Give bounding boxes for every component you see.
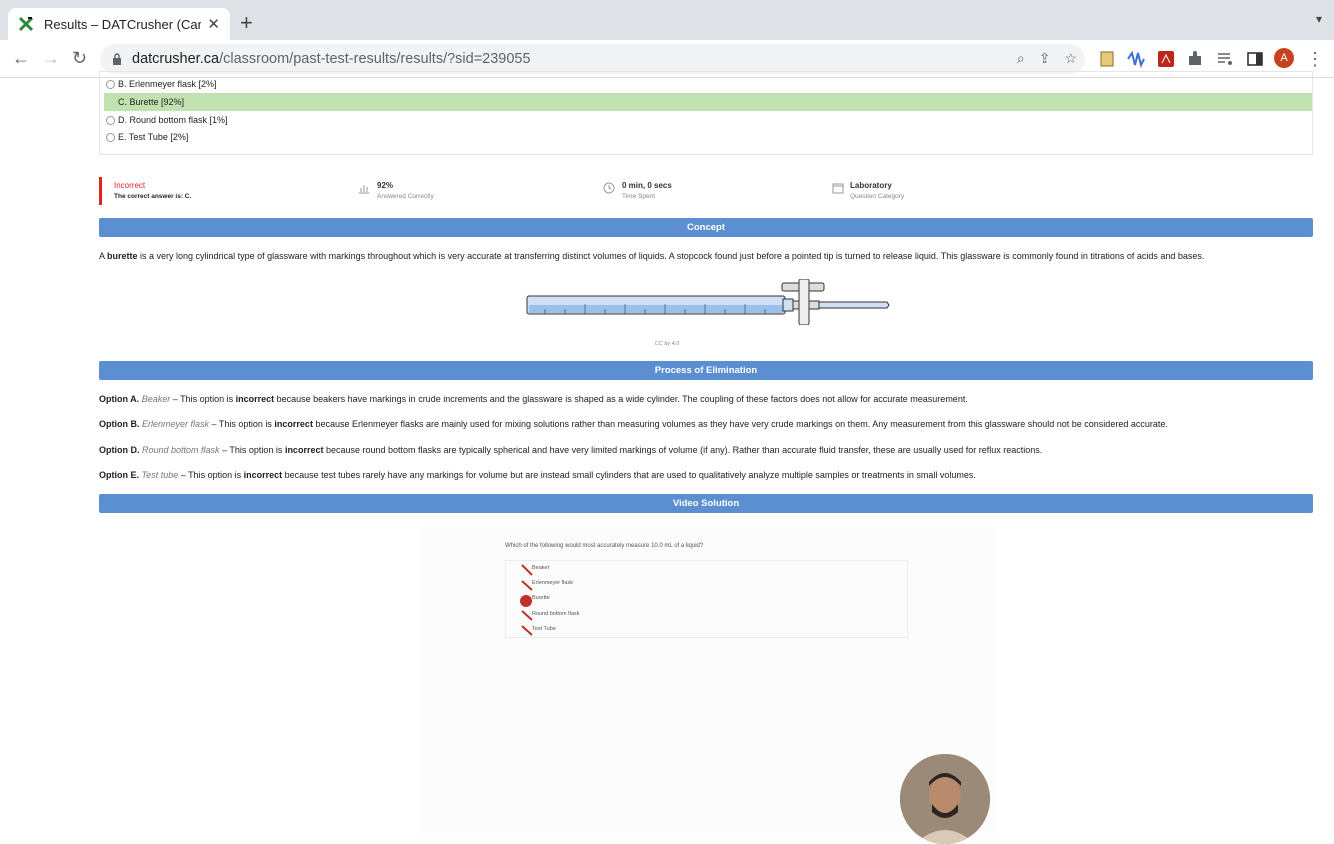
- result-stat: Incorrect The correct answer is: C.: [114, 181, 191, 200]
- video-option: Burette: [532, 595, 550, 601]
- option-c-correct: C. Burette [92%]: [104, 93, 1312, 111]
- url-path: /classroom/past-test-results/results/?si…: [219, 51, 531, 67]
- option-b: B. Erlenmeyer flask [2%]: [104, 75, 1312, 93]
- bookmark-star-icon[interactable]: ☆: [1064, 50, 1077, 67]
- result-text: Incorrect: [114, 181, 146, 190]
- close-tab-icon[interactable]: ✕: [207, 15, 220, 33]
- address-bar[interactable]: datcrusher.ca/classroom/past-test-result…: [100, 44, 1085, 74]
- url-domain: datcrusher.ca: [132, 51, 220, 67]
- percent-label: Answered Correctly: [377, 193, 434, 200]
- option-name: Beaker: [141, 394, 171, 404]
- time-stat: 0 min, 0 secs Time Spent: [622, 181, 672, 200]
- page-content: B. Erlenmeyer flask [2%] C. Burette [92%…: [0, 71, 1334, 844]
- concept-pre: A: [99, 251, 108, 261]
- forward-icon[interactable]: →: [42, 48, 60, 69]
- option-label: C. Burette [92%]: [118, 97, 185, 107]
- tab-strip: Results – DATCrusher (Canadia ✕ + ▾: [0, 0, 1334, 40]
- browser-tab[interactable]: Results – DATCrusher (Canadia ✕: [8, 8, 230, 40]
- option-post: because round bottom flasks are typicall…: [323, 445, 1043, 455]
- chevron-down-icon[interactable]: ▾: [1316, 12, 1322, 26]
- puzzle-extensions-icon[interactable]: [1186, 50, 1204, 68]
- elimination-header: Process of Elimination: [99, 361, 1313, 380]
- time-value: 0 min, 0 secs: [622, 181, 672, 190]
- url-text: datcrusher.ca/classroom/past-test-result…: [132, 51, 531, 67]
- option-label: D. Round bottom flask [1%]: [118, 115, 228, 125]
- video-option: Beaker: [532, 565, 550, 571]
- elimination-option-d: Option D. Round bottom flask – This opti…: [99, 445, 1313, 455]
- video-option: Erlenmeyer flask: [532, 580, 573, 586]
- elimination-option-e: Option E. Test tube – This option is inc…: [99, 470, 1313, 480]
- video-option: Test Tube: [532, 626, 556, 632]
- answer-options: B. Erlenmeyer flask [2%] C. Burette [92%…: [99, 71, 1313, 155]
- back-icon[interactable]: ←: [12, 48, 30, 69]
- option-tag: Option D.: [99, 445, 140, 455]
- waveform-extension-icon[interactable]: [1127, 50, 1145, 68]
- option-tag: Option E.: [99, 470, 139, 480]
- option-bold: incorrect: [284, 445, 324, 455]
- option-label: E. Test Tube [2%]: [118, 132, 189, 142]
- video-option: Round bottom flask: [532, 611, 580, 617]
- option-pre: – This option is: [178, 470, 244, 480]
- percent-value: 92%: [377, 181, 394, 190]
- option-post: because Erlenmeyer flasks are mainly use…: [312, 419, 1168, 429]
- option-bold: incorrect: [243, 470, 283, 480]
- concept-header: Concept: [99, 218, 1313, 237]
- category-value: Laboratory: [850, 181, 892, 190]
- datcrusher-favicon-icon: [18, 16, 34, 32]
- concept-post: is a very long cylindrical type of glass…: [137, 251, 1205, 261]
- correct-answer-text: The correct answer is: C.: [114, 193, 192, 200]
- option-label: B. Erlenmeyer flask [2%]: [118, 79, 217, 89]
- pdf-extension-icon[interactable]: [1157, 50, 1175, 68]
- side-panel-icon[interactable]: [1246, 50, 1264, 68]
- option-pre: – This option is: [170, 394, 236, 404]
- tab-title: Results – DATCrusher (Canadia: [44, 16, 202, 32]
- video-question: Which of the following would most accura…: [505, 543, 704, 549]
- clock-icon: [603, 182, 615, 194]
- share-icon[interactable]: ⇪: [1039, 50, 1051, 67]
- burette-image: [526, 279, 890, 325]
- option-d: D. Round bottom flask [1%]: [104, 111, 1312, 129]
- option-name: Round bottom flask: [142, 445, 220, 455]
- category-stat: Laboratory Question Category: [850, 181, 904, 200]
- media-controls-icon[interactable]: [1216, 50, 1234, 68]
- option-pre: – This option is: [219, 445, 285, 455]
- option-tag: Option A.: [99, 394, 140, 404]
- video-options: Beaker Erlenmeyer flask Burette Round bo…: [505, 560, 908, 638]
- calendar-icon: [832, 183, 844, 194]
- option-post: because test tubes rarely have any marki…: [282, 470, 976, 480]
- kebab-menu-icon[interactable]: ⋮: [1306, 49, 1324, 70]
- concept-bold: burette: [107, 251, 138, 261]
- presenter-image: [900, 754, 990, 844]
- zoom-icon[interactable]: ⌕: [1017, 50, 1025, 67]
- option-bold: incorrect: [235, 394, 275, 404]
- incorrect-indicator: [99, 177, 102, 205]
- bar-chart-icon: [359, 185, 369, 194]
- calculator-extension-icon[interactable]: [1098, 50, 1116, 68]
- red-annotation-marks-icon: [520, 564, 533, 636]
- option-post: because beakers have markings in crude i…: [274, 394, 968, 404]
- new-tab-icon[interactable]: +: [240, 10, 253, 36]
- option-bold: incorrect: [274, 419, 313, 429]
- radio-icon: [106, 115, 115, 125]
- option-name: Test tube: [141, 470, 179, 480]
- elimination-option-a: Option A. Beaker – This option is incorr…: [99, 394, 1313, 404]
- reload-icon[interactable]: ↻: [72, 48, 87, 69]
- option-tag: Option B.: [99, 419, 140, 429]
- image-credit: CC by 4.0: [654, 341, 680, 347]
- option-e: E. Test Tube [2%]: [104, 128, 1312, 146]
- time-label: Time Spent: [622, 193, 655, 200]
- elimination-option-b: Option B. Erlenmeyer flask – This option…: [99, 419, 1313, 429]
- profile-avatar[interactable]: A: [1274, 48, 1294, 68]
- concept-text: A burette is a very long cylindrical typ…: [99, 251, 1313, 261]
- radio-icon: [106, 79, 115, 89]
- video-header: Video Solution: [99, 494, 1313, 513]
- radio-icon: [106, 132, 115, 142]
- option-pre: – This option is: [209, 419, 275, 429]
- category-label: Question Category: [850, 193, 905, 200]
- option-name: Erlenmeyer flask: [142, 419, 210, 429]
- lock-icon: [113, 53, 121, 65]
- presenter-webcam: [900, 754, 990, 844]
- percent-stat: 92% Answered Correctly: [377, 181, 434, 200]
- result-stats: Incorrect The correct answer is: C. 92% …: [99, 177, 1313, 205]
